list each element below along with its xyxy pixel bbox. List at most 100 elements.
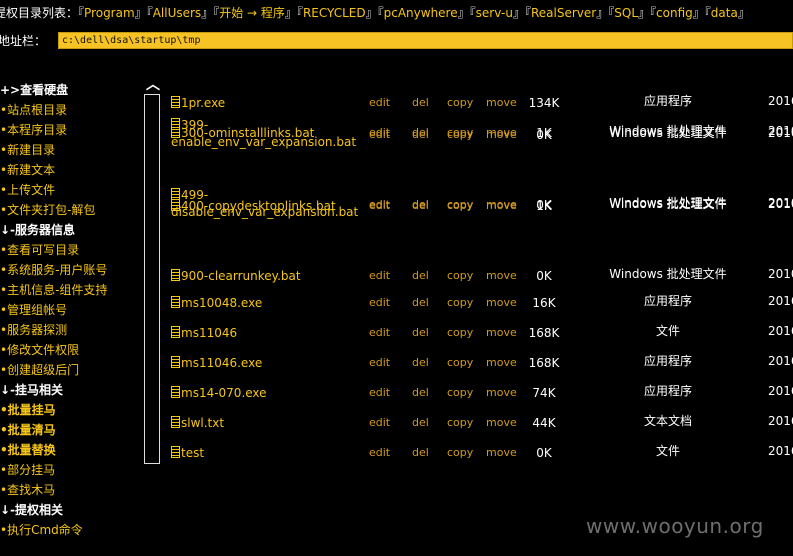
edit-link[interactable]: edit — [369, 325, 390, 341]
edit-link[interactable]: edit — [369, 268, 390, 284]
file-name-link[interactable]: 399- enable_env_var_expansion.bat — [171, 117, 356, 151]
sidebar-item-6[interactable]: •文件夹打包-解包 — [0, 200, 140, 220]
copy-link[interactable]: copy — [447, 325, 473, 341]
sidebar-item-3[interactable]: •新建目录 — [0, 140, 140, 160]
move-link[interactable]: move — [486, 295, 517, 311]
copy-link[interactable]: copy — [447, 295, 473, 311]
copy-link[interactable]: copy — [447, 95, 473, 111]
del-link[interactable]: del — [412, 95, 429, 111]
edit-link[interactable]: edit — [369, 197, 390, 213]
move-link[interactable]: move — [486, 197, 517, 213]
del-link[interactable]: del — [412, 268, 429, 284]
file-icon — [171, 356, 180, 368]
copy-link[interactable]: copy — [447, 197, 473, 213]
sidebar-header-7[interactable]: ↓-服务器信息 — [0, 220, 140, 240]
sidebar-item-2[interactable]: •本程序目录 — [0, 120, 140, 140]
file-name-link[interactable]: 499- disable_env_var_expansion.bat — [171, 187, 358, 221]
copy-link[interactable]: copy — [447, 445, 473, 461]
sidebar-item-11[interactable]: •管理组帐号 — [0, 300, 140, 320]
del-link[interactable]: del — [412, 325, 429, 341]
sidebar-item-18[interactable]: •批量替换 — [0, 440, 140, 460]
file-name-link[interactable]: test — [171, 445, 351, 461]
sidebar-item-5[interactable]: •上传文件 — [0, 180, 140, 200]
address-label: 地址栏： — [0, 34, 47, 48]
dir-link-2[interactable]: 开始 → 程序 — [219, 6, 285, 20]
scroll-up-icon[interactable]: ︿ — [146, 74, 160, 94]
copy-link[interactable]: copy — [447, 127, 473, 143]
copy-link[interactable]: copy — [447, 355, 473, 371]
sidebar-item-19[interactable]: •部分挂马 — [0, 460, 140, 480]
file-list-scrollbar[interactable]: ︿ — [144, 70, 160, 465]
sidebar-item-4[interactable]: •新建文本 — [0, 160, 140, 180]
sidebar-item-1[interactable]: •站点根目录 — [0, 100, 140, 120]
del-link[interactable]: del — [412, 445, 429, 461]
sidebar-item-12[interactable]: •服务器探测 — [0, 320, 140, 340]
file-name-link[interactable]: ms11046.exe — [171, 355, 351, 371]
edit-link[interactable]: edit — [369, 355, 390, 371]
scrollbar-thumb[interactable] — [144, 94, 160, 464]
file-type: Windows 批处理文件 — [609, 196, 727, 210]
file-date: 2016 — [768, 414, 793, 428]
dir-link-1[interactable]: AllUsers — [153, 6, 201, 20]
file-name-link[interactable]: ms11046 — [171, 325, 351, 341]
move-link[interactable]: move — [486, 325, 517, 341]
sidebar-item-13[interactable]: •修改文件权限 — [0, 340, 140, 360]
del-link[interactable]: del — [412, 197, 429, 213]
sidebar-item-16[interactable]: •批量挂马 — [0, 400, 140, 420]
move-link[interactable]: move — [486, 445, 517, 461]
move-link[interactable]: move — [486, 95, 517, 111]
del-link[interactable]: del — [412, 415, 429, 431]
bracket-close: 』 — [457, 6, 470, 20]
del-link[interactable]: del — [412, 295, 429, 311]
dir-link-9[interactable]: data — [711, 6, 738, 20]
dir-link-8[interactable]: config — [656, 6, 693, 20]
file-icon — [171, 296, 180, 308]
file-size: 0K — [536, 269, 552, 283]
sidebar-item-14[interactable]: •创建超级后门 — [0, 360, 140, 380]
move-link[interactable]: move — [486, 355, 517, 371]
edit-link[interactable]: edit — [369, 95, 390, 111]
file-name-link[interactable]: 900-clearrunkey.bat — [171, 268, 351, 284]
file-name-link[interactable]: ms14-070.exe — [171, 385, 351, 401]
privilege-dir-label: 提权目录列表： — [0, 6, 79, 20]
sidebar-header-15[interactable]: ↓-挂马相关 — [0, 380, 140, 400]
sidebar-item-9[interactable]: •系统服务-用户账号 — [0, 260, 140, 280]
file-name-link[interactable]: ms10048.exe — [171, 295, 351, 311]
edit-link[interactable]: edit — [369, 127, 390, 143]
address-input[interactable] — [58, 32, 793, 49]
file-name-link[interactable]: slwl.txt — [171, 415, 351, 431]
privilege-dir-bar: 提权目录列表：『Program』『AllUsers』『开始 → 程序』『RECY… — [0, 0, 793, 30]
edit-link[interactable]: edit — [369, 385, 390, 401]
sidebar-header-21[interactable]: ↓-提权相关 — [0, 500, 140, 520]
sidebar-item-22[interactable]: •执行Cmd命令 — [0, 520, 140, 540]
sidebar-header-0[interactable]: +>查看硬盘 — [0, 80, 140, 100]
dir-link-4[interactable]: pcAnywhere — [384, 6, 458, 20]
dir-link-5[interactable]: serv-u — [476, 6, 513, 20]
file-name-text: ms11046 — [181, 326, 238, 340]
sidebar-item-17[interactable]: •批量清马 — [0, 420, 140, 440]
file-name-link[interactable]: 1pr.exe — [171, 95, 351, 111]
sidebar-item-10[interactable]: •主机信息-组件支持 — [0, 280, 140, 300]
move-link[interactable]: move — [486, 415, 517, 431]
copy-link[interactable]: copy — [447, 385, 473, 401]
copy-link[interactable]: copy — [447, 415, 473, 431]
dir-link-0[interactable]: Program — [84, 6, 135, 20]
dir-link-7[interactable]: SQL — [614, 6, 638, 20]
sidebar-item-20[interactable]: •查找木马 — [0, 480, 140, 500]
move-link[interactable]: move — [486, 268, 517, 284]
dir-link-3[interactable]: RECYCLED — [303, 6, 366, 20]
move-link[interactable]: move — [486, 127, 517, 143]
file-icon — [171, 326, 180, 338]
edit-link[interactable]: edit — [369, 445, 390, 461]
sidebar-item-8[interactable]: •查看可写目录 — [0, 240, 140, 260]
file-icon — [171, 446, 180, 458]
move-link[interactable]: move — [486, 385, 517, 401]
del-link[interactable]: del — [412, 385, 429, 401]
file-icon — [171, 416, 180, 428]
del-link[interactable]: del — [412, 127, 429, 143]
copy-link[interactable]: copy — [447, 268, 473, 284]
edit-link[interactable]: edit — [369, 415, 390, 431]
dir-link-6[interactable]: RealServer — [531, 6, 596, 20]
del-link[interactable]: del — [412, 355, 429, 371]
edit-link[interactable]: edit — [369, 295, 390, 311]
